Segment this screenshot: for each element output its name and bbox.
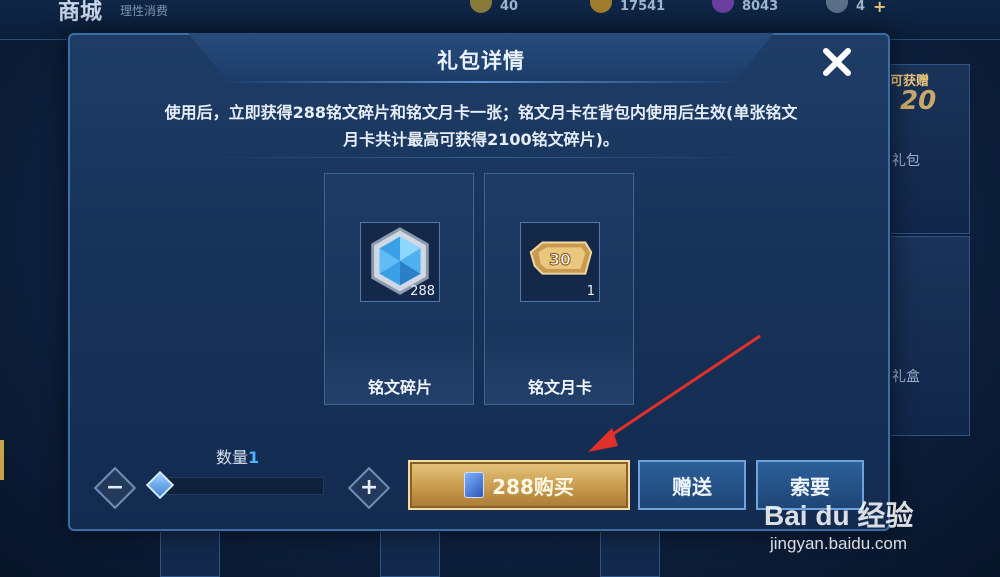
description-line: 使用后，立即获得288铭文碎片和铭文月卡一张；铭文月卡在背包内使用后生效(单张铭… <box>164 103 798 122</box>
resource-ticket[interactable]: 4 + <box>826 0 886 16</box>
quantity-slider-track[interactable] <box>162 477 324 495</box>
store-title: 商城 <box>58 0 103 25</box>
decrease-quantity-button[interactable]: − <box>93 466 137 510</box>
resource-diamond-coin: 17541 <box>590 0 666 14</box>
background-item <box>600 528 660 577</box>
watermark-url: jingyan.baidu.com <box>770 534 908 553</box>
plus-icon: + <box>359 475 379 500</box>
buy-button-label: 288购买 <box>492 474 574 499</box>
resource-value: 40 <box>500 0 519 14</box>
gem-icon <box>712 0 734 13</box>
buy-button[interactable]: 288购买 <box>408 460 630 510</box>
background-gift-label: 礼包 <box>892 153 920 169</box>
diamond-coin-icon <box>590 0 612 13</box>
description-line: 月卡共计最高可获得2100铭文碎片)。 <box>343 130 619 149</box>
background-box-card[interactable] <box>880 236 970 436</box>
item-slot[interactable]: 288 <box>360 222 440 302</box>
resource-value: 17541 <box>620 0 666 14</box>
background-item <box>380 528 440 577</box>
gift-button-label: 赠送 <box>672 474 712 499</box>
resource-value: 8043 <box>742 0 779 14</box>
item-slot[interactable]: 30 1 <box>520 222 600 302</box>
quantity-label: 数量1 <box>216 444 259 468</box>
background-left-strip <box>0 440 4 480</box>
card-badge-number: 30 <box>549 251 571 269</box>
coupon-icon <box>464 472 485 498</box>
gift-button[interactable]: 赠送 <box>638 460 746 510</box>
resource-value: 4 <box>856 0 866 14</box>
increase-quantity-button[interactable]: + <box>347 466 391 510</box>
gold-coin-icon <box>470 0 492 13</box>
close-button[interactable] <box>818 43 856 81</box>
resource-gold: 40 <box>470 0 519 14</box>
quantity-value: 1 <box>248 448 260 467</box>
item-name: 铭文碎片 <box>367 378 432 397</box>
resource-gem: 8043 <box>712 0 779 14</box>
dialog-title: 礼包详情 <box>437 49 525 73</box>
background-box-label: 礼盒 <box>892 369 920 385</box>
store-subtitle: 理性消费 <box>120 4 169 18</box>
background-item <box>160 528 220 577</box>
item-card-monthly-card[interactable]: 30 1 铭文月卡 <box>484 173 634 405</box>
description-divider <box>190 157 772 158</box>
quantity-label-text: 数量 <box>216 448 249 467</box>
close-icon <box>823 48 851 76</box>
dialog-header-divider <box>222 81 740 83</box>
item-card-fragment[interactable]: 288 铭文碎片 <box>324 173 474 405</box>
gift-pack-dialog: 礼包详情 使用后，立即获得288铭文碎片和铭文月卡一张；铭文月卡在背包内使用后生… <box>68 33 890 531</box>
pack-description: 使用后，立即获得288铭文碎片和铭文月卡一张；铭文月卡在背包内使用后生效(单张铭… <box>70 99 892 153</box>
item-count: 1 <box>586 284 595 299</box>
item-name: 铭文月卡 <box>527 378 592 397</box>
minus-icon: − <box>105 475 125 500</box>
watermark-logo: Bai du 经验 <box>764 500 914 531</box>
background-gift-number: 20 <box>900 86 937 116</box>
item-count: 288 <box>410 284 435 299</box>
add-ticket-icon[interactable]: + <box>873 0 886 16</box>
ticket-icon <box>826 0 848 13</box>
